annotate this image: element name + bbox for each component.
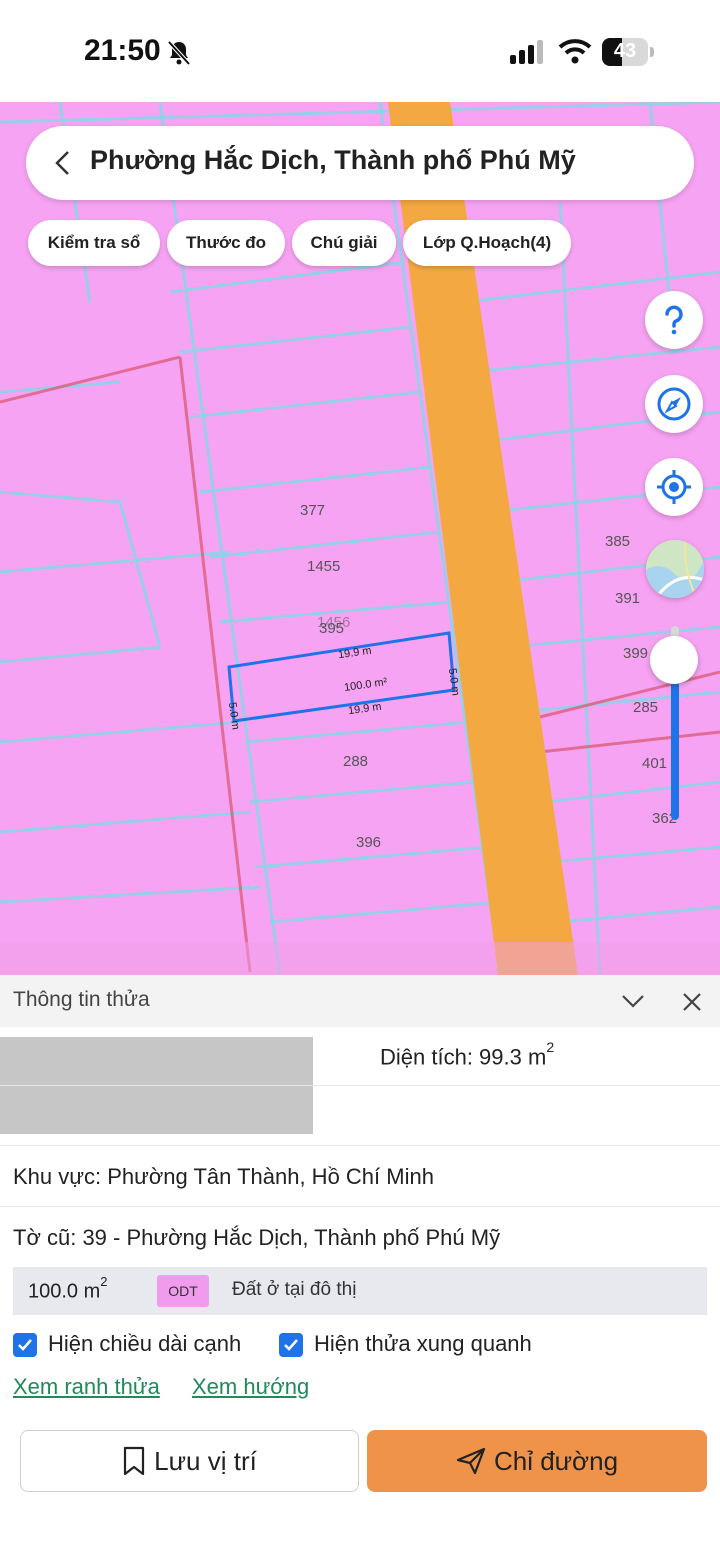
land-use-area: 100.0 m2 [28,1274,108,1303]
land-use-code-badge: ODT [157,1275,209,1307]
close-icon[interactable] [681,991,703,1013]
battery-indicator: 43 [602,38,654,66]
land-use-row: 100.0 m2 ODT Đất ở tại đô thị [13,1267,707,1315]
map-thumbnail-icon [646,540,704,598]
show-neighbors-label[interactable]: Hiện thửa xung quanh [314,1331,532,1357]
directions-label: Chỉ đường [493,1445,619,1476]
crosshair-icon [657,470,691,504]
parcel-label: 395 [319,620,345,637]
parcel-label: 377 [300,502,326,519]
show-edge-length-checkbox[interactable] [13,1333,37,1357]
parcel-info-panel: Thông tin thửa Diện tích: 99.3 m2 Khu vự… [0,975,720,1565]
view-direction-link[interactable]: Xem hướng [192,1374,309,1400]
directions-button[interactable]: Chỉ đường [367,1430,707,1492]
status-bar: 21:50 43 [0,0,720,102]
back-arrow-icon[interactable] [48,146,78,180]
wifi-icon [558,39,592,64]
compass-icon [657,387,691,421]
parcel-label: 391 [615,590,641,607]
show-neighbors-checkbox[interactable] [279,1333,303,1357]
show-edge-length-label[interactable]: Hiện chiều dài cạnh [48,1331,241,1357]
status-time: 21:50 [84,34,161,67]
parcel-label: 396 [356,834,382,851]
compass-button[interactable] [645,375,703,433]
region-text: Khu vực: Phường Tân Thành, Hồ Chí Minh [13,1164,434,1189]
save-location-label: Lưu vị trí [154,1445,257,1476]
divider [0,1085,720,1086]
parcel-label: 288 [343,753,369,770]
chevron-down-icon[interactable] [620,991,646,1011]
send-arrow-icon [456,1447,486,1475]
location-search-bar[interactable]: Phường Hắc Dịch, Thành phố Phú Mỹ [26,126,694,200]
battery-level: 43 [613,40,637,62]
chip-legend[interactable]: Chú giải [292,220,396,266]
old-sheet-text: Tờ cũ: 39 - Phường Hắc Dịch, Thành phố P… [13,1225,501,1250]
cellular-signal-icon [510,40,543,64]
parcel-label: 285 [633,699,659,716]
parcel-area: Diện tích: 99.3 m2 [380,1039,555,1070]
panel-header: Thông tin thửa [0,975,720,1027]
save-location-button[interactable]: Lưu vị trí [20,1430,359,1492]
panel-title: Thông tin thửa [13,988,150,1011]
land-use-description: Đất ở tại đô thị [232,1279,357,1300]
parcel-label: 401 [642,755,668,772]
parcel-label: 1455 [307,558,341,575]
bookmark-icon [124,1446,145,1476]
zoom-slider-handle[interactable] [650,636,698,684]
chip-planning-layers[interactable]: Lớp Q.Hoạch(4) [403,220,571,266]
parcel-label: 385 [605,533,631,550]
bell-muted-icon [167,40,191,66]
chip-check-book[interactable]: Kiểm tra sổ [28,220,160,266]
base-map-toggle[interactable] [646,540,704,598]
view-boundary-link[interactable]: Xem ranh thửa [13,1374,160,1400]
chip-ruler[interactable]: Thước đo [167,220,285,266]
help-button[interactable] [645,291,703,349]
divider [0,1145,720,1146]
checkmark-icon [18,1339,32,1351]
location-title: Phường Hắc Dịch, Thành phố Phú Mỹ [90,145,576,175]
question-icon [665,305,683,335]
parcel-label: 399 [623,645,649,662]
checkmark-icon [284,1339,298,1351]
my-location-button[interactable] [645,458,703,516]
divider [0,1206,720,1207]
